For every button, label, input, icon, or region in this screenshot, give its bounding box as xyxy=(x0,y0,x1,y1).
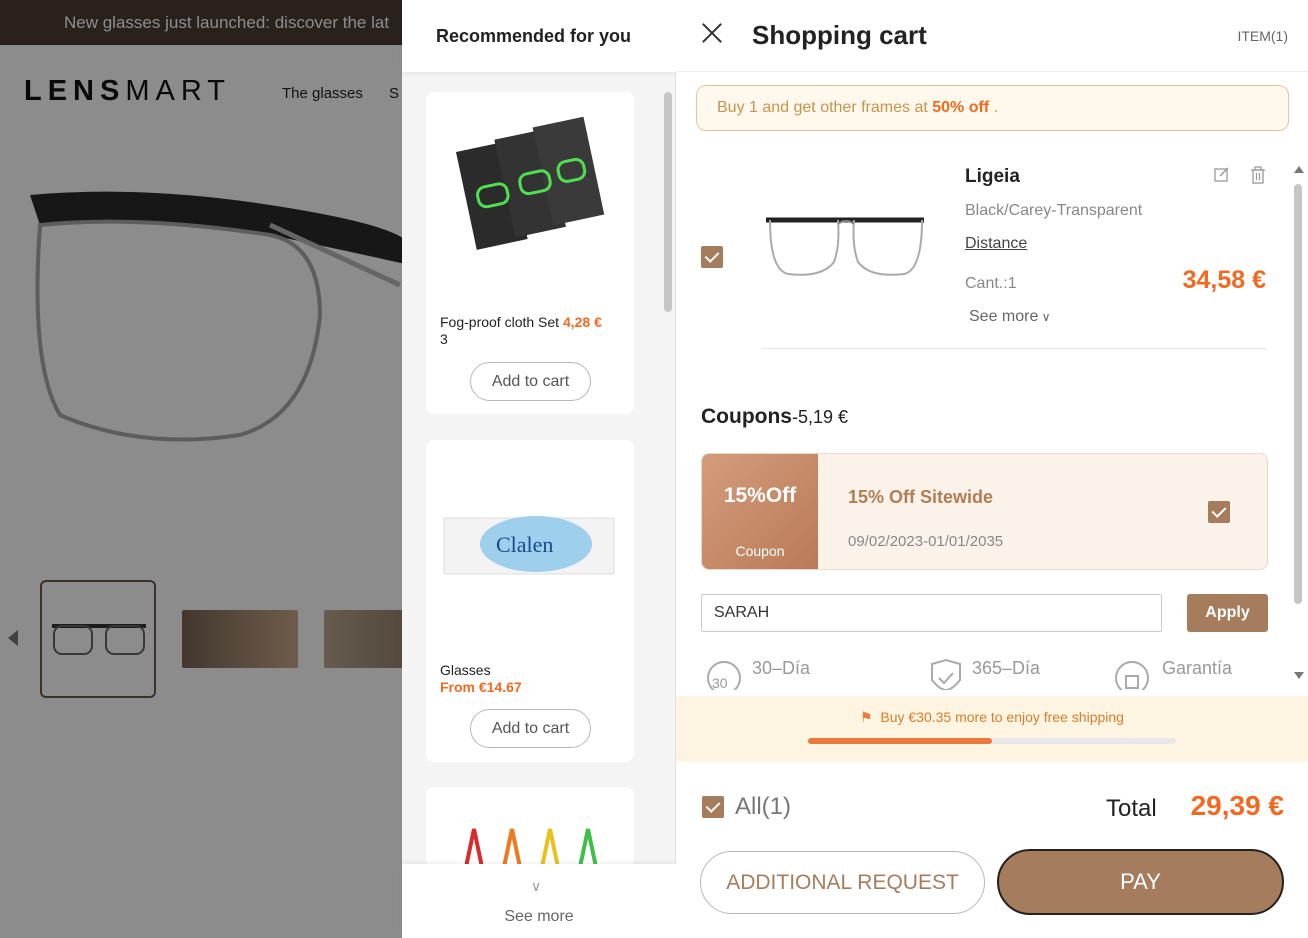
cloth-set-image xyxy=(456,116,605,250)
contact-lens-box-image: Clalen xyxy=(443,516,615,575)
product-name[interactable]: Ligeia xyxy=(965,166,1020,188)
svg-text:Clalen: Clalen xyxy=(496,532,553,557)
coupon-checkbox[interactable] xyxy=(1208,501,1230,523)
coupons-label: Coupons-5,19 € xyxy=(701,405,849,428)
select-all-checkbox[interactable] xyxy=(702,796,724,818)
product-price: 34,58 € xyxy=(1182,266,1266,294)
cart-title: Shopping cart xyxy=(752,20,927,50)
item-count: ITEM(1) xyxy=(1237,28,1288,44)
additional-request-button[interactable]: ADDITIONAL REQUEST xyxy=(700,851,985,914)
shield-check-icon xyxy=(931,658,961,690)
recommended-panel: Recommended for you Fog-proof cloth Set … xyxy=(402,0,676,938)
scroll-down-icon[interactable] xyxy=(1294,672,1304,679)
recommended-scrollbar[interactable] xyxy=(664,92,672,312)
lens-type-link[interactable]: Distance xyxy=(965,235,1027,253)
free-shipping-banner: ⚑ Buy €30.35 more to enjoy free shipping xyxy=(676,696,1308,762)
add-to-cart-button[interactable]: Add to cart xyxy=(470,709,591,748)
recommended-card[interactable] xyxy=(426,787,634,867)
free-shipping-text: ⚑ Buy €30.35 more to enjoy free shipping xyxy=(860,709,1124,725)
trash-icon[interactable] xyxy=(1250,166,1266,184)
promo-banner: Buy 1 and get other frames at 50% off . xyxy=(696,85,1289,131)
coupon-name: 15% Off Sitewide xyxy=(848,487,994,507)
see-more-toggle[interactable]: See more ∨ xyxy=(969,308,1051,326)
product-quantity: Cant.:1 xyxy=(965,275,1017,292)
divider xyxy=(761,348,1267,349)
coupon-percent: 15%Off xyxy=(723,484,797,507)
product-variant: Black/Carey-Transparent xyxy=(965,202,1143,219)
cart-header: Shopping cart ITEM(1) xyxy=(676,0,1308,72)
return-30-icon: 30 xyxy=(707,661,741,690)
coupon-card[interactable]: 15%Off Coupon 15% Off Sitewide 09/02/202… xyxy=(701,453,1268,570)
apply-button[interactable]: Apply xyxy=(1187,594,1268,632)
total-value: 29,39 € xyxy=(1190,790,1284,821)
cart-body: Ligeia Black/Carey-Transparent Distance … xyxy=(676,146,1308,696)
pay-button[interactable]: PAY xyxy=(997,849,1284,915)
guarantee-30-day: 30–Día xyxy=(752,658,811,678)
see-more-link[interactable]: See more xyxy=(402,908,676,926)
coupon-tag: Coupon xyxy=(735,543,785,559)
tag-icon: ⚑ xyxy=(860,709,873,725)
product-image xyxy=(766,217,924,276)
chevron-down-icon[interactable]: ∨ xyxy=(531,878,541,895)
recommended-name: Fog-proof cloth Set 4,28 € 3 xyxy=(440,314,602,347)
recommended-card[interactable]: Fog-proof cloth Set 4,28 € 3 Add to cart xyxy=(426,92,634,414)
recommended-name: Glasses From €14.67 xyxy=(440,662,522,695)
glasses-chain-image xyxy=(464,828,598,867)
chevron-down-icon: ∨ xyxy=(1038,310,1051,324)
cart-scrollbar[interactable] xyxy=(1294,184,1302,604)
total-label: Total xyxy=(1106,795,1157,822)
select-all-label[interactable]: All(1) xyxy=(735,793,791,821)
shipping-progress-bar xyxy=(808,738,1176,744)
coupon-code-input[interactable] xyxy=(701,594,1162,632)
refund-icon xyxy=(1115,661,1149,690)
shipping-progress-fill xyxy=(808,738,992,744)
recommended-header: Recommended for you xyxy=(402,0,676,72)
coupon-dates: 09/02/2023-01/01/2035 xyxy=(848,533,1004,550)
item-checkbox[interactable] xyxy=(701,246,723,268)
add-to-cart-button[interactable]: Add to cart xyxy=(470,362,591,401)
svg-text:30: 30 xyxy=(712,675,728,690)
recommended-footer: ∨ See more xyxy=(402,864,676,938)
scroll-up-icon[interactable] xyxy=(1294,166,1304,173)
guarantee-365-day: 365–Día xyxy=(972,658,1041,678)
modal-overlay[interactable] xyxy=(0,0,404,938)
recommended-card[interactable]: Clalen Glasses From €14.67 Add to cart xyxy=(426,440,634,762)
recommended-title: Recommended for you xyxy=(436,26,632,46)
edit-icon[interactable] xyxy=(1214,166,1230,182)
shopping-cart-panel: Shopping cart ITEM(1) Buy 1 and get othe… xyxy=(676,0,1308,938)
guarantee-refund: Garantía xyxy=(1162,658,1233,678)
coupon-ticket: 15%Off Coupon xyxy=(702,454,818,569)
close-icon[interactable] xyxy=(700,20,724,44)
